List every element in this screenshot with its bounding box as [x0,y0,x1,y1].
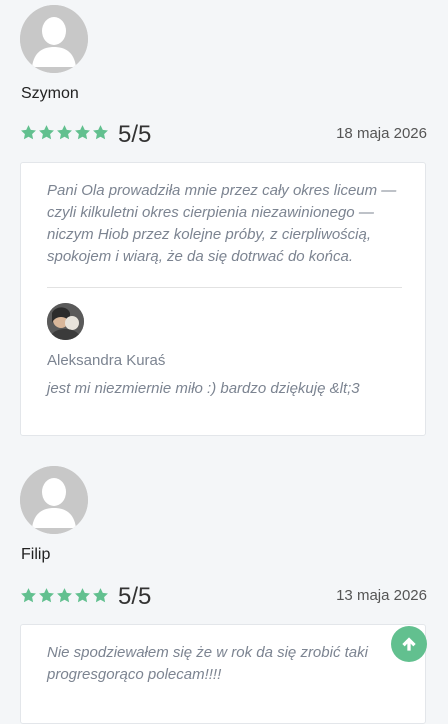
rating-stars [20,587,109,604]
star-icon [21,125,36,140]
reply-avatar [47,303,84,340]
star-icon [75,125,90,140]
reply-text: jest mi niezmiernie miło :) bardzo dzięk… [47,380,360,397]
star-icon [93,588,108,603]
review-text: Pani Ola prowadziła mnie przez cały okre… [47,182,397,265]
star-icon [57,125,72,140]
user-avatar-icon [20,5,88,73]
divider [47,287,402,288]
arrow-up-icon [402,637,416,651]
star-icon [39,125,54,140]
reviewer-name: Filip [21,546,51,563]
review-card: Pani Ola prowadziła mnie przez cały okre… [20,162,426,436]
rating-score: 5/5 [118,583,152,610]
reviewer-name: Szymon [21,85,79,102]
star-icon [21,588,36,603]
reply-author-name: Aleksandra Kuraś [47,352,166,369]
scroll-to-top-button[interactable] [391,626,427,662]
star-icon [57,588,72,603]
user-avatar-icon [20,466,88,534]
rating-stars [20,124,109,141]
star-icon [75,588,90,603]
review-card: Nie spodziewałem się że w rok da się zro… [20,624,426,724]
star-icon [93,125,108,140]
review-date: 18 maja 2026 [336,125,427,142]
review-text: Nie spodziewałem się że w rok da się zro… [47,644,368,683]
review-date: 13 maja 2026 [336,587,427,604]
star-icon [39,588,54,603]
rating-score: 5/5 [118,121,152,148]
